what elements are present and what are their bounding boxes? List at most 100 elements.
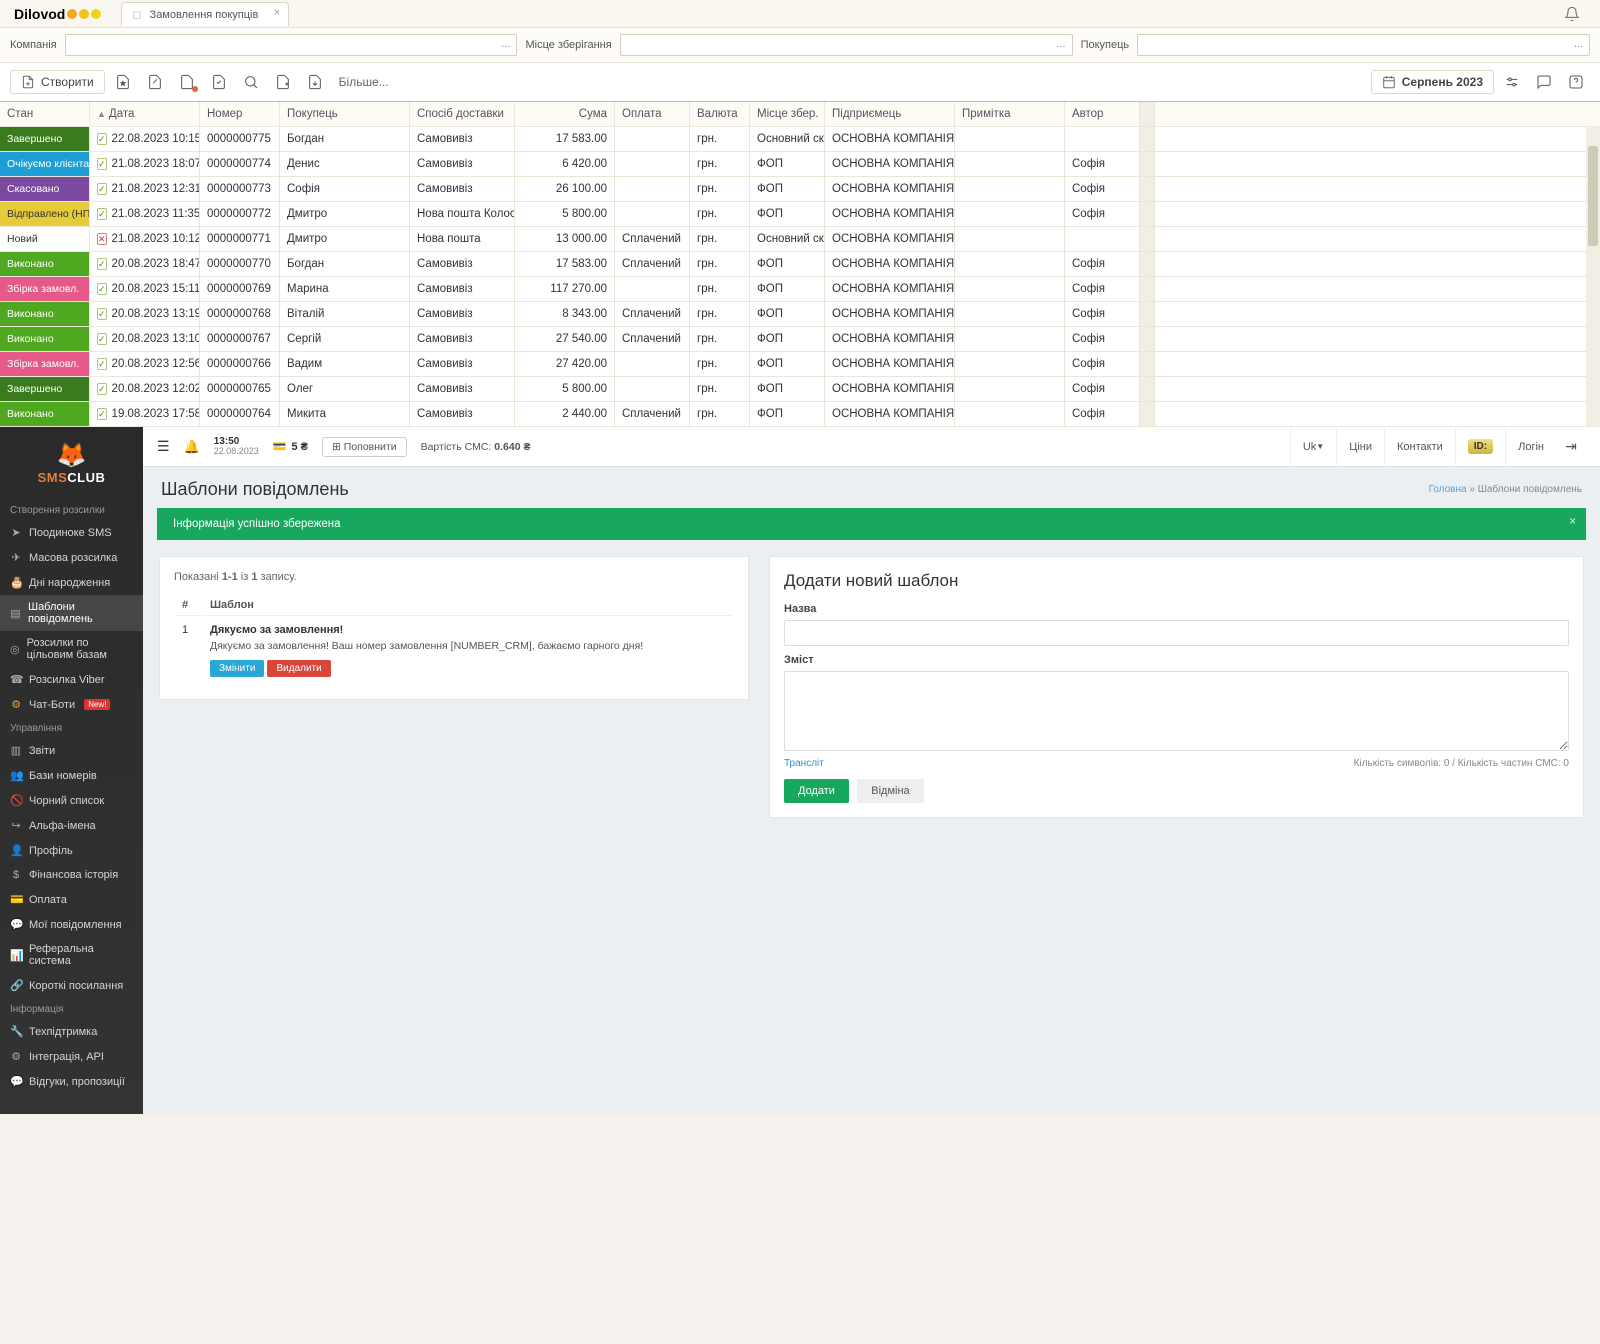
search-icon[interactable] [237,69,265,95]
favorite-icon[interactable] [109,69,137,95]
col-payment[interactable]: Оплата [615,102,690,126]
storage-combo[interactable] [620,34,1073,56]
menu-api[interactable]: ⚙Інтеграція, API [0,1044,143,1069]
content-textarea[interactable] [784,671,1569,751]
menu-single-sms[interactable]: ➤Поодиноке SMS [0,520,143,545]
tag-doc-icon[interactable] [173,69,201,95]
bell-icon[interactable]: 🔔 [184,439,200,455]
table-row[interactable]: Завершено✓20.08.2023 12:02:300000000765О… [0,377,1600,402]
menu-viber[interactable]: ☎Розсилка Viber [0,667,143,692]
table-row[interactable]: Збірка замовл.✓20.08.2023 12:56:23000000… [0,352,1600,377]
col-currency[interactable]: Валюта [690,102,750,126]
delete-button[interactable]: Видалити [267,660,330,677]
translit-link[interactable]: Трансліт [784,758,824,769]
bell-icon[interactable] [1564,6,1580,22]
user-icon: 👤 [10,844,22,857]
settings-icon[interactable] [1498,69,1526,95]
cancel-button[interactable]: Відміна [857,779,923,803]
col-note[interactable]: Примітка [955,102,1065,126]
scroll-thumb[interactable] [1588,146,1598,246]
contacts-link[interactable]: Контакти [1384,427,1455,467]
date-cell: ✓20.08.2023 13:10:25 [90,327,200,351]
menu-shortlinks[interactable]: 🔗Короткі посилання [0,973,143,998]
menu-target[interactable]: ◎Розсилки по цільовим базам [0,631,143,667]
alert-close-icon[interactable]: × [1569,516,1576,528]
col-author[interactable]: Автор [1065,102,1140,126]
tab-orders[interactable]: ◻ Замовлення покупців × [121,2,289,26]
lang-switch[interactable]: Uk ▼ [1290,427,1336,467]
col-delivery[interactable]: Спосіб доставки [410,102,515,126]
table-row[interactable]: Відправлено (НП)✓21.08.2023 11:35:400000… [0,202,1600,227]
id-badge-link[interactable]: ID: [1455,427,1505,467]
table-row[interactable]: Виконано✓19.08.2023 17:58:090000000764Ми… [0,402,1600,427]
print-icon[interactable] [301,69,329,95]
period-button[interactable]: Серпень 2023 [1371,70,1494,94]
table-row[interactable]: Виконано✓20.08.2023 18:47:220000000770Бо… [0,252,1600,277]
close-icon[interactable]: × [274,7,280,19]
company-combo[interactable] [65,34,518,56]
date-cell: ✓21.08.2023 11:35:40 [90,202,200,226]
vertical-scrollbar[interactable] [1586,126,1600,427]
logout-icon[interactable]: ⇥ [1556,438,1586,455]
menu-blacklist[interactable]: 🚫Чорний список [0,788,143,813]
col-storage[interactable]: Місце збер. [750,102,825,126]
tab-label: Замовлення покупців [150,9,259,21]
sum-cell: 13 000.00 [515,227,615,251]
refill-button[interactable]: ⊞ Поповнити [322,437,407,457]
edit-button[interactable]: Змінити [210,660,264,677]
menu-profile[interactable]: 👤Профіль [0,838,143,863]
prices-link[interactable]: Ціни [1336,427,1384,467]
col-entrepreneur[interactable]: Підприємець [825,102,955,126]
menu-mass[interactable]: ✈Масова розсилка [0,545,143,570]
menu-bday[interactable]: 🎂Дні народження [0,570,143,595]
col-date[interactable]: ▲Дата [90,102,200,126]
table-row[interactable]: Скасовано✓21.08.2023 12:31:040000000773С… [0,177,1600,202]
crumb-home[interactable]: Головна [1429,484,1467,495]
menu-numbers[interactable]: 👥Бази номерів [0,763,143,788]
table-row[interactable]: Виконано✓20.08.2023 13:10:250000000767Се… [0,327,1600,352]
table-row[interactable]: Очікуємо клієнта✓21.08.2023 18:07:540000… [0,152,1600,177]
brand-row: Dilovod ◻ Замовлення покупців × [0,0,1600,28]
chat-icon[interactable] [1530,69,1558,95]
bot-icon: ⚙ [10,698,22,711]
help-icon[interactable] [1562,69,1590,95]
col-number[interactable]: Номер [200,102,280,126]
menu-reports[interactable]: ▥Звіти [0,738,143,763]
status-cell: Новий [0,227,90,251]
more-button[interactable]: Більше... [339,75,389,89]
receipt-icon[interactable] [205,69,233,95]
currency-cell: грн. [690,177,750,201]
table-row[interactable]: Завершено✓22.08.2023 10:15:070000000775Б… [0,127,1600,152]
char-counter: Кількість символів: 0 / Кількість частин… [1354,758,1569,769]
create-button[interactable]: Створити [10,70,105,94]
storage-cell: Основний ск [750,227,825,251]
menu-feedback[interactable]: 💬Відгуки, пропозиції [0,1069,143,1094]
menu-support[interactable]: 🔧Техпідтримка [0,1019,143,1044]
menu-alpha[interactable]: ↪Альфа-імена [0,813,143,838]
add-button[interactable]: Додати [784,779,849,803]
feedback-icon: 💬 [10,1075,22,1088]
date-cell: ✓20.08.2023 18:47:22 [90,252,200,276]
date-cell: ✓22.08.2023 10:15:07 [90,127,200,151]
menu-chatbots[interactable]: ⚙Чат-БотиNew! [0,692,143,717]
balance-block: 💳 5 ₴ [273,440,308,453]
login-link[interactable]: Логін [1505,427,1556,467]
edit-doc-icon[interactable] [141,69,169,95]
name-input[interactable] [784,620,1569,646]
export-icon[interactable] [269,69,297,95]
table-row[interactable]: Виконано✓20.08.2023 13:19:390000000768Ві… [0,302,1600,327]
sum-cell: 5 800.00 [515,377,615,401]
menu-finance[interactable]: $Фінансова історія [0,863,143,887]
buyer-combo[interactable] [1137,34,1590,56]
col-status[interactable]: Стан [0,102,90,126]
hamburger-icon[interactable]: ☰ [157,438,170,455]
menu-payment[interactable]: 💳Оплата [0,887,143,912]
new-badge: New! [84,699,110,710]
table-row[interactable]: Новий✕21.08.2023 10:12:170000000771Дмитр… [0,227,1600,252]
menu-referral[interactable]: 📊Реферальна система [0,937,143,973]
menu-notif[interactable]: 💬Мої повідомлення [0,912,143,937]
table-row[interactable]: Збірка замовл.✓20.08.2023 15:11:16000000… [0,277,1600,302]
col-buyer[interactable]: Покупець [280,102,410,126]
col-sum[interactable]: Сума [515,102,615,126]
menu-templates[interactable]: ▤Шаблони повідомлень [0,595,143,631]
